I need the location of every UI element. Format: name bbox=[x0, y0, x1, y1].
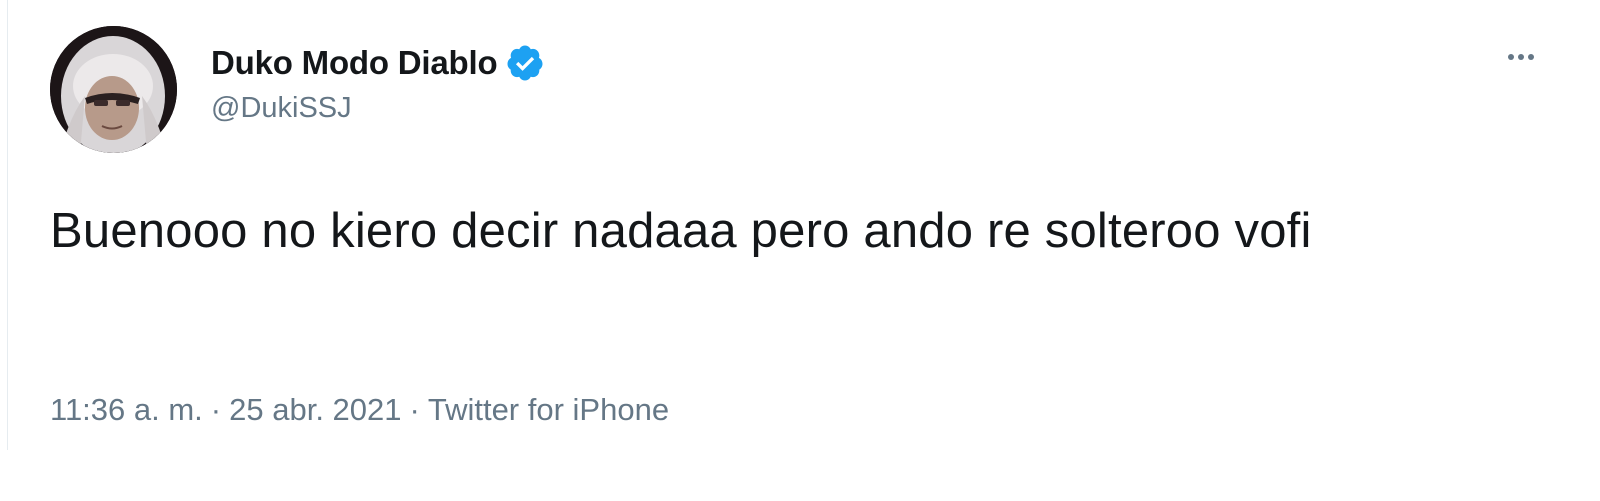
meta-separator: · bbox=[210, 392, 222, 427]
meta-separator: · bbox=[409, 392, 420, 427]
avatar[interactable] bbox=[50, 26, 177, 153]
more-icon bbox=[1508, 54, 1534, 60]
tweet-text: Buenooo no kiero decir nadaaa pero ando … bbox=[50, 204, 1312, 258]
tweet-metadata: 11:36 a. m. · 25 abr. 2021 · Twitter for… bbox=[50, 392, 669, 428]
verified-badge-icon bbox=[505, 43, 545, 83]
more-options-button[interactable] bbox=[1496, 40, 1546, 74]
name-row: Duko Modo Diablo bbox=[211, 42, 545, 84]
user-handle[interactable]: @DukiSSJ bbox=[211, 92, 545, 125]
tweet-date[interactable]: 25 abr. 2021 bbox=[229, 392, 401, 428]
left-divider bbox=[7, 0, 8, 450]
avatar-image bbox=[50, 26, 177, 153]
display-name[interactable]: Duko Modo Diablo bbox=[211, 44, 498, 82]
tweet-time[interactable]: 11:36 a. m. bbox=[50, 392, 203, 428]
tweet-source[interactable]: Twitter for iPhone bbox=[428, 392, 669, 428]
author-identity: Duko Modo Diablo @DukiSSJ bbox=[211, 42, 545, 125]
tweet-header: Duko Modo Diablo @DukiSSJ bbox=[50, 26, 545, 153]
tweet-card: Duko Modo Diablo @DukiSSJ Buenooo no kie… bbox=[0, 0, 1600, 501]
